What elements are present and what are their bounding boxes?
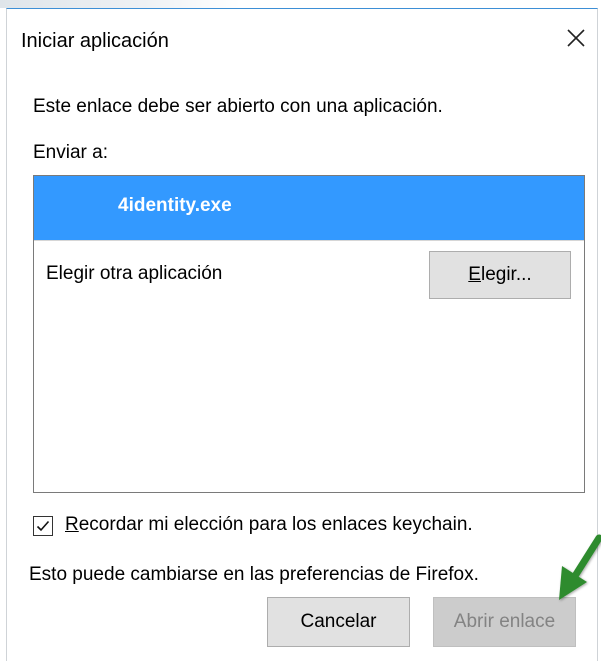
screenshot: Iniciar aplicación Este enlace debe ser … xyxy=(0,0,601,664)
launch-application-dialog: Iniciar aplicación Este enlace debe ser … xyxy=(6,8,598,661)
dialog-title: Iniciar aplicación xyxy=(21,30,169,52)
choose-other-label: Elegir otra aplicación xyxy=(46,263,223,284)
remember-choice-label: Recordar mi elección para los enlaces ke… xyxy=(65,514,473,536)
remember-choice-accesskey: R xyxy=(65,514,79,535)
choose-button-accesskey: E xyxy=(468,264,481,285)
list-item-selected-app[interactable]: 4identity.exe xyxy=(34,176,584,241)
preferences-note: Esto puede cambiarse en las preferencias… xyxy=(29,564,479,585)
title-bar: Iniciar aplicación xyxy=(7,9,597,69)
list-item-choose-other[interactable]: Elegir otra aplicación Elegir... xyxy=(34,241,584,305)
dialog-message: Este enlace debe ser abierto con una apl… xyxy=(33,96,443,117)
cancel-button[interactable]: Cancelar xyxy=(267,597,410,647)
send-to-label: Enviar a: xyxy=(33,142,108,163)
checkmark-icon xyxy=(36,520,50,532)
application-list[interactable]: 4identity.exe Elegir otra aplicación Ele… xyxy=(33,175,585,493)
open-link-button[interactable]: Abrir enlace xyxy=(433,597,576,647)
remember-choice-text: ecordar mi elección para los enlaces key… xyxy=(78,514,473,535)
remember-choice-checkbox[interactable] xyxy=(33,516,53,536)
background-fade xyxy=(0,0,240,8)
choose-button[interactable]: Elegir... xyxy=(429,251,571,299)
selected-app-name: 4identity.exe xyxy=(118,195,232,216)
choose-button-label: legir... xyxy=(480,264,532,285)
close-icon[interactable] xyxy=(563,25,589,51)
